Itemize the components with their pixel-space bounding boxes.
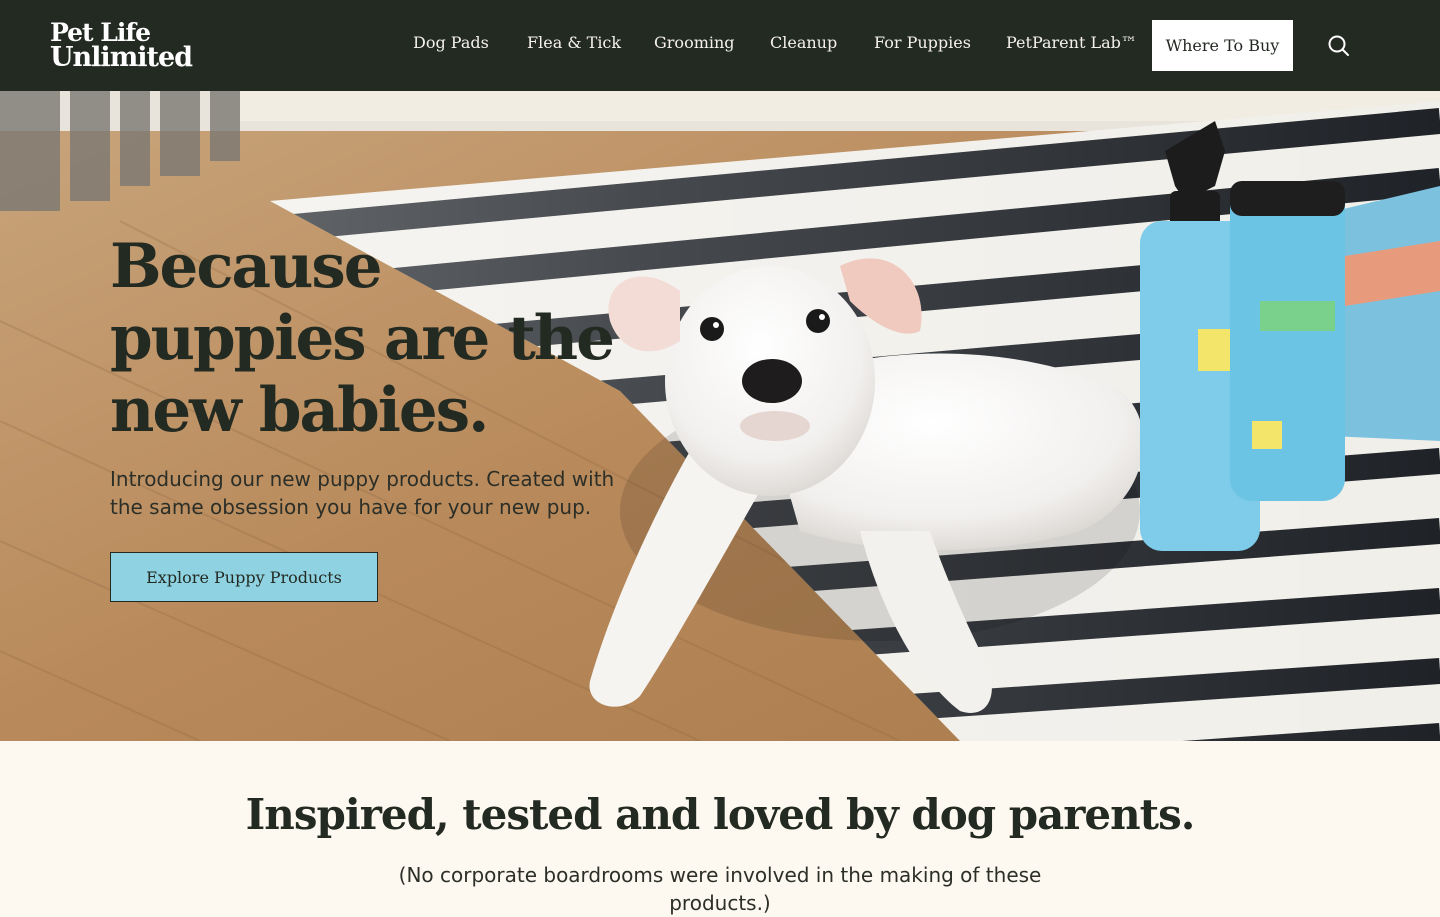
explore-puppy-products-button[interactable]: Explore Puppy Products — [110, 552, 378, 602]
brand-logo[interactable]: Pet Life Unlimited — [50, 20, 193, 73]
hero-title-line-3: new babies. — [110, 375, 489, 446]
hero-banner: Because puppies are the new babies. Intr… — [0, 91, 1440, 741]
nav-dog-pads[interactable]: Dog Pads — [413, 33, 489, 52]
site-header: Pet Life Unlimited Dog Pads Flea & Tick … — [0, 0, 1440, 91]
hero-title-line-1: Because — [110, 231, 383, 302]
nav-petparent-lab[interactable]: PetParent Lab™ — [1006, 33, 1137, 52]
section-subtitle: (No corporate boardrooms were involved i… — [398, 863, 1042, 915]
nav-flea-tick[interactable]: Flea & Tick — [527, 33, 621, 52]
where-to-buy-button[interactable]: Where To Buy — [1152, 20, 1293, 71]
section-title: Inspired, tested and loved by dog parent… — [245, 790, 1196, 839]
nav-grooming[interactable]: Grooming — [654, 33, 735, 52]
nav-for-puppies[interactable]: For Puppies — [874, 33, 971, 52]
search-icon[interactable] — [1326, 33, 1352, 59]
hero-subtitle: Introducing our new puppy products. Crea… — [110, 467, 615, 519]
logo-line-2: Unlimited — [50, 42, 193, 73]
nav-cleanup[interactable]: Cleanup — [770, 33, 837, 52]
hero-title-line-2: puppies are the — [110, 303, 615, 374]
hero-title: Because puppies are the new babies. — [110, 231, 730, 447]
